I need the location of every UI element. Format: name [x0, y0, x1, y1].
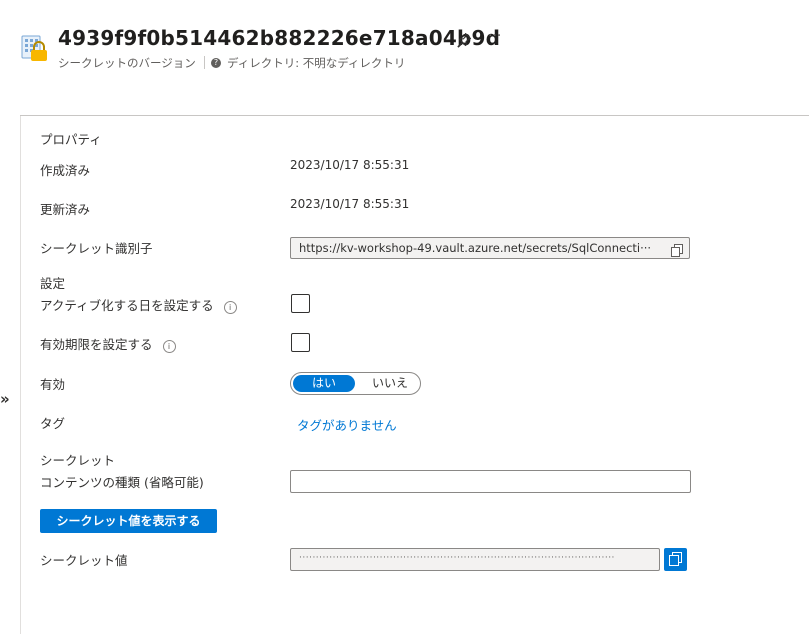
enabled-no-option[interactable]: いいえ	[361, 375, 419, 392]
copy-secret-button[interactable]	[664, 548, 687, 571]
page-title: 4939f9f0b514462b882226e718a04b9d	[58, 26, 501, 50]
updated-value: 2023/10/17 8:55:31	[290, 197, 410, 211]
content-type-label: コンテンツの種類 (省略可能)	[40, 475, 204, 490]
copy-icon[interactable]	[671, 242, 683, 257]
header-separator	[204, 56, 205, 69]
directory-info-icon: ?	[211, 58, 221, 68]
updated-label: 更新済み	[40, 202, 91, 217]
no-tags-link[interactable]: タグがありません	[297, 415, 397, 434]
info-icon[interactable]: i	[223, 301, 237, 314]
enabled-yes-option[interactable]: はい	[293, 375, 355, 392]
created-label: 作成済み	[40, 163, 91, 178]
enabled-label: 有効	[40, 377, 66, 392]
secret-value-mask: ········································…	[299, 553, 615, 563]
activation-date-label-text: アクティブ化する日を設定する	[40, 298, 214, 313]
settings-section-title: 設定	[40, 276, 66, 291]
secret-identifier-field[interactable]: https://kv-workshop-49.vault.azure.net/s…	[290, 237, 690, 259]
info-icon[interactable]: i	[162, 340, 176, 353]
panel-left-border	[20, 116, 21, 634]
secret-identifier-value: https://kv-workshop-49.vault.azure.net/s…	[299, 241, 652, 255]
page-subtitle: シークレットのバージョン	[58, 56, 196, 70]
key-vault-secret-icon	[20, 34, 48, 62]
tags-label: タグ	[40, 416, 66, 431]
activation-date-label: アクティブ化する日を設定する i	[40, 295, 237, 314]
copy-icon	[669, 552, 682, 566]
pin-icon[interactable]	[456, 32, 472, 48]
enabled-toggle[interactable]: はい いいえ	[290, 372, 421, 395]
directory-label: ディレクトリ: 不明なディレクトリ	[227, 56, 406, 70]
properties-section-title: プロパティ	[40, 132, 102, 147]
activation-date-checkbox[interactable]	[291, 294, 310, 313]
header-divider	[20, 115, 809, 116]
more-options-button[interactable]: ···	[488, 28, 501, 44]
secret-identifier-label: シークレット識別子	[40, 241, 153, 256]
show-secret-value-button[interactable]: シークレット値を表示する	[40, 509, 217, 533]
content-type-input[interactable]	[290, 470, 691, 493]
created-value: 2023/10/17 8:55:31	[290, 158, 410, 172]
expiration-date-label: 有効期限を設定する i	[40, 334, 176, 353]
expiration-date-label-text: 有効期限を設定する	[40, 337, 153, 352]
secret-section-title: シークレット	[40, 453, 116, 468]
secret-value-label: シークレット値	[40, 553, 128, 568]
expand-panel-icon[interactable]: »	[0, 390, 10, 408]
secret-value-field[interactable]: ········································…	[290, 548, 660, 571]
expiration-date-checkbox[interactable]	[291, 333, 310, 352]
